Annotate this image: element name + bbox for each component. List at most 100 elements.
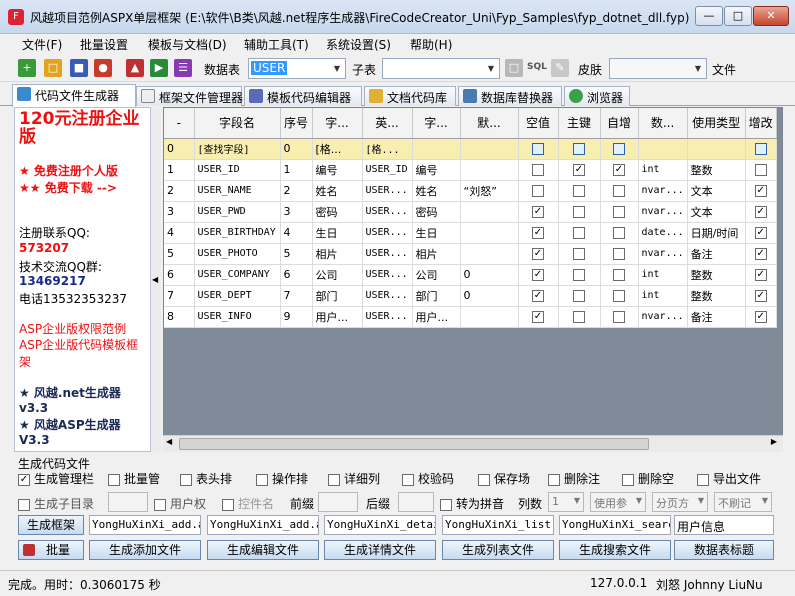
generate-add-button[interactable]: 生成添加文件	[89, 540, 201, 560]
cell-def[interactable]	[460, 201, 519, 223]
cell-pk[interactable]	[558, 264, 601, 286]
cell-c1[interactable]: 姓名	[312, 180, 363, 202]
cell-name[interactable]: USER_PWD	[194, 201, 281, 223]
cell-ai[interactable]	[600, 285, 639, 307]
edit-icon[interactable]: ✎	[551, 59, 569, 77]
subdir-input[interactable]	[108, 492, 148, 512]
tab-code-generator[interactable]: 代码文件生成器	[12, 84, 136, 107]
refresh-select[interactable]: 不刷记 ▼	[714, 492, 772, 512]
prefix-input[interactable]	[318, 492, 358, 512]
col-header[interactable]: 字段名	[194, 108, 281, 139]
checkbox[interactable]	[154, 498, 166, 511]
cell-pk[interactable]: ✓	[558, 159, 601, 181]
cell-null[interactable]: ✓	[518, 264, 559, 286]
table-row[interactable]: 3 USER_PWD 3 密码 USER... 密码 ✓ nvar... 文本 ✓	[164, 201, 777, 223]
menu-tools[interactable]: 辅助工具(T)	[244, 36, 309, 53]
copy-icon[interactable]: □	[505, 59, 523, 77]
cell-edit[interactable]: ✓	[745, 285, 777, 307]
cell-idx[interactable]: 5	[164, 243, 195, 265]
cell-c2[interactable]: USER...	[362, 285, 413, 307]
cell-utype[interactable]: 备注	[687, 243, 746, 265]
cell-idx[interactable]: 6	[164, 264, 195, 286]
checkbox[interactable]	[256, 473, 268, 486]
cell-c2[interactable]: USER...	[362, 180, 413, 202]
table-title-input[interactable]: 用户信息	[674, 515, 774, 535]
cell-idx[interactable]: 8	[164, 306, 195, 328]
batch-button[interactable]: 批量	[18, 540, 84, 560]
table-row[interactable]: 2 USER_NAME 2 姓名 USER... 姓名 “刘怒” nvar... 文本 ✓	[164, 180, 777, 202]
table-row[interactable]: 0 [查找字段] 0 [格... [格...	[164, 138, 777, 160]
checkbox[interactable]	[573, 143, 585, 155]
tab-template-editor[interactable]: 模板代码编辑器	[244, 86, 362, 106]
checkbox[interactable]	[613, 311, 625, 323]
checkbox[interactable]: ✓	[532, 227, 544, 239]
cell-edit[interactable]: ✓	[745, 264, 777, 286]
checkbox[interactable]	[573, 227, 585, 239]
checkbox[interactable]	[180, 473, 192, 486]
checkbox[interactable]: ✓	[573, 164, 585, 176]
cell-c3[interactable]: 公司	[412, 264, 461, 286]
cell-ai[interactable]: ✓	[600, 159, 639, 181]
checkbox[interactable]	[613, 290, 625, 302]
col-header[interactable]: 空值	[518, 108, 559, 139]
checkbox[interactable]	[613, 269, 625, 281]
paging-select[interactable]: 分页方 ▼	[652, 492, 708, 512]
promo-free-download[interactable]: ★★ 免费下载 -->	[19, 179, 117, 196]
menu-file[interactable]: 文件(F)	[22, 36, 62, 53]
checkbox[interactable]: ✓	[754, 248, 767, 260]
cell-dtype[interactable]	[638, 138, 688, 160]
cell-seq[interactable]: 2	[280, 180, 313, 202]
tab-doc-library[interactable]: 文档代码库	[364, 86, 456, 106]
checkbox[interactable]: ✓	[532, 311, 544, 323]
cell-name[interactable]: USER_BIRTHDAY	[194, 222, 281, 244]
skin-select[interactable]: ▼	[609, 58, 707, 79]
cell-null[interactable]: ✓	[518, 306, 559, 328]
checkbox[interactable]	[573, 185, 585, 197]
cell-c3[interactable]: 相片	[412, 243, 461, 265]
cell-pk[interactable]	[558, 306, 601, 328]
promo-free-register[interactable]: ★ 免费注册个人版	[19, 162, 118, 179]
file-label[interactable]: 文件	[712, 61, 736, 78]
tab-browser[interactable]: 浏览器	[564, 86, 630, 106]
cell-edit[interactable]: ✓	[745, 201, 777, 223]
generate-list-button[interactable]: 生成列表文件	[442, 540, 554, 560]
cell-def[interactable]: 0	[460, 285, 519, 307]
cell-def[interactable]	[460, 243, 519, 265]
use-param-select[interactable]: 使用参 ▼	[590, 492, 646, 512]
option-delete-comment[interactable]: 删除注	[548, 470, 600, 487]
checkbox[interactable]	[613, 143, 625, 155]
checkbox[interactable]: ✓	[532, 248, 544, 260]
option-detail-column[interactable]: 详细列	[328, 470, 380, 487]
cell-dtype[interactable]: int	[638, 159, 688, 181]
close-button[interactable]: ✕	[753, 6, 789, 26]
col-header[interactable]: 自增	[600, 108, 639, 139]
asp-template-link[interactable]: ASP企业版代码模板框架	[19, 336, 147, 370]
table-row[interactable]: 8 USER_INFO 9 用户... USER... 用户... ✓ nvar... 备注 ✓	[164, 306, 777, 328]
option-captcha[interactable]: 校验码	[402, 470, 454, 487]
checkbox[interactable]	[532, 143, 544, 155]
cell-ai[interactable]	[600, 138, 639, 160]
asp-generator-link[interactable]: ★ 风越ASP生成器V3.3	[19, 416, 147, 447]
cell-seq[interactable]: 3	[280, 201, 313, 223]
cell-utype[interactable]	[687, 138, 746, 160]
col-header[interactable]: 增改	[745, 108, 777, 139]
cell-utype[interactable]: 文本	[687, 180, 746, 202]
cell-c1[interactable]: 相片	[312, 243, 363, 265]
cell-c1[interactable]: 编号	[312, 159, 363, 181]
cell-c2[interactable]: [格...	[362, 138, 413, 160]
checkbox[interactable]: ✓	[18, 473, 30, 486]
cell-dtype[interactable]: nvar...	[638, 306, 688, 328]
checkbox[interactable]	[478, 473, 490, 486]
panel-splitter[interactable]: ◀	[151, 107, 161, 452]
cell-seq[interactable]: 7	[280, 285, 313, 307]
chevron-left-icon[interactable]: ◀	[166, 437, 172, 446]
col-header[interactable]: 序号	[280, 108, 313, 139]
cell-def[interactable]	[460, 138, 519, 160]
cell-c2[interactable]: USER_ID	[362, 159, 413, 181]
cell-c3[interactable]: 密码	[412, 201, 461, 223]
cell-seq[interactable]: 9	[280, 306, 313, 328]
cell-null[interactable]	[518, 159, 559, 181]
promo-title[interactable]: 120元注册企业版	[19, 110, 147, 146]
cell-null[interactable]: ✓	[518, 285, 559, 307]
search-file-name-input[interactable]: YongHuXinXi_search	[559, 515, 671, 535]
